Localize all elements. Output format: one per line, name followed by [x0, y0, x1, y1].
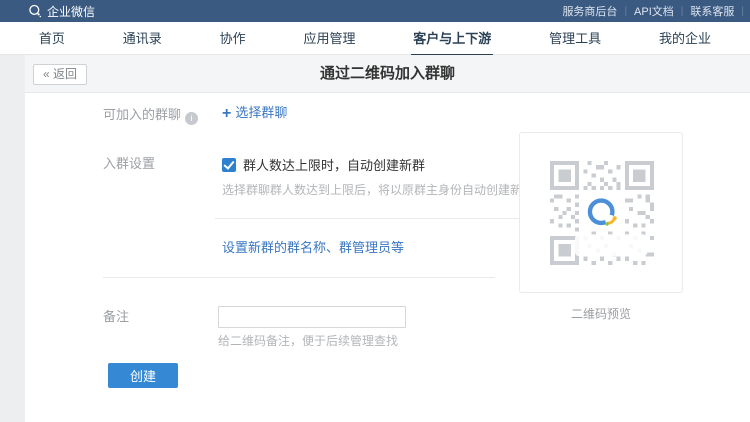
topbar-link-contact-support[interactable]: 联系客服 — [690, 3, 734, 19]
auto-create-checkbox-label[interactable]: 群人数达上限时，自动创建新群 — [243, 155, 425, 174]
join-settings-label: 入群设置 — [103, 156, 155, 172]
brand-name: 企业微信 — [47, 3, 95, 20]
nav-item-collaboration[interactable]: 协作 — [218, 22, 248, 54]
app-logo[interactable]: 企业微信 — [28, 3, 95, 20]
qr-preview-caption: 二维码预览 — [519, 305, 683, 322]
create-button[interactable]: 创建 — [108, 363, 178, 388]
divider — [103, 277, 495, 278]
topbar-link-api-docs[interactable]: API文档 — [634, 3, 674, 19]
separator: | — [741, 6, 744, 17]
qr-code-image — [550, 161, 654, 265]
divider — [215, 218, 535, 219]
page-title: 通过二维码加入群聊 — [25, 55, 750, 93]
topbar: 企业微信 服务商后台 | API文档 | 联系客服 | — [0, 0, 750, 22]
plus-icon: + — [222, 105, 231, 122]
nav-item-my-enterprise[interactable]: 我的企业 — [657, 22, 713, 54]
topbar-links: 服务商后台 | API文档 | 联系客服 | — [562, 3, 744, 19]
main-nav: 首页 通讯录 协作 应用管理 客户与上下游 管理工具 我的企业 — [0, 22, 750, 55]
select-group-link[interactable]: +选择群聊 — [222, 105, 287, 122]
join-settings-helper: 选择群聊群人数达到上限后，将以原群主身份自动创建新群 — [222, 183, 534, 198]
remark-input[interactable] — [218, 306, 406, 328]
qr-center-logo-icon — [584, 195, 621, 232]
joinable-group-label: 可加入的群聊i — [103, 107, 198, 125]
wechat-work-bubble-icon — [28, 4, 42, 18]
auto-create-group-option: 群人数达上限时，自动创建新群 — [222, 155, 425, 174]
new-group-settings-link[interactable]: 设置新群的群名称、群管理员等 — [222, 240, 404, 256]
nav-item-app-management[interactable]: 应用管理 — [301, 22, 357, 54]
remark-label: 备注 — [103, 309, 129, 325]
page-header: « 返回 通过二维码加入群聊 — [25, 55, 750, 93]
nav-item-customers-upstream-downstream[interactable]: 客户与上下游 — [411, 22, 493, 54]
separator: | — [624, 6, 627, 17]
remark-helper: 给二维码备注，便于后续管理查找 — [218, 334, 398, 349]
nav-item-management-tools[interactable]: 管理工具 — [547, 22, 603, 54]
qr-redaction-blur — [575, 234, 647, 256]
auto-create-checkbox[interactable] — [222, 158, 236, 172]
nav-item-contacts[interactable]: 通讯录 — [121, 22, 164, 54]
nav-item-home[interactable]: 首页 — [37, 22, 67, 54]
topbar-link-service-provider[interactable]: 服务商后台 — [562, 3, 617, 19]
qr-preview-card — [519, 132, 683, 293]
info-icon[interactable]: i — [185, 112, 198, 125]
content-panel: 可加入的群聊i +选择群聊 入群设置 群人数达上限时，自动创建新群 选择群聊群人… — [25, 93, 750, 422]
separator: | — [681, 6, 684, 17]
